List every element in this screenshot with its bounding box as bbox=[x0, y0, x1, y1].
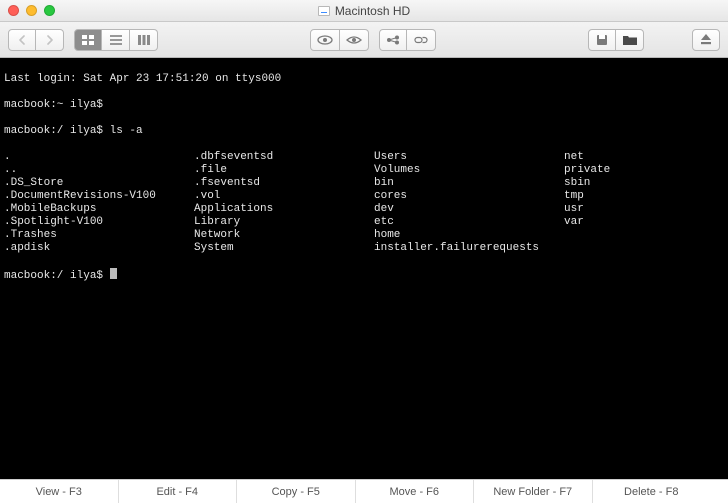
prompt-command: ls -a bbox=[110, 125, 143, 137]
listing-cell bbox=[564, 229, 724, 242]
link-button[interactable] bbox=[407, 29, 436, 51]
terminal-pane[interactable]: Last login: Sat Apr 23 17:51:20 on ttys0… bbox=[0, 58, 728, 479]
bottom-action-bar: View - F3 Edit - F4 Copy - F5 Move - F6 … bbox=[0, 479, 728, 503]
terminal-line-prompt1: macbook:~ ilya$ bbox=[4, 99, 724, 112]
listing-cell: private bbox=[564, 164, 724, 177]
bottom-edit[interactable]: Edit - F4 bbox=[119, 480, 238, 503]
view-list-button[interactable] bbox=[102, 29, 130, 51]
terminal-line-prompt2: macbook:/ ilya$ ls -a bbox=[4, 125, 724, 138]
listing-cell: etc bbox=[374, 216, 564, 229]
listing-cell: System bbox=[194, 242, 374, 255]
listing-cell: sbin bbox=[564, 177, 724, 190]
window-titlebar: Macintosh HD bbox=[0, 0, 728, 22]
bottom-new-folder[interactable]: New Folder - F7 bbox=[474, 480, 593, 503]
listing-cell: .vol bbox=[194, 190, 374, 203]
view-icon-button[interactable] bbox=[74, 29, 102, 51]
listing-cell: .MobileBackups bbox=[4, 203, 194, 216]
disk-button[interactable] bbox=[588, 29, 616, 51]
listing-cell: var bbox=[564, 216, 724, 229]
listing-cell: dev bbox=[374, 203, 564, 216]
listing-cell: cores bbox=[374, 190, 564, 203]
listing-cell: Users bbox=[374, 151, 564, 164]
folder-button[interactable] bbox=[616, 29, 644, 51]
listing-row: .MobileBackupsApplicationsdevusr bbox=[4, 203, 724, 216]
minimize-window-button[interactable] bbox=[26, 5, 37, 16]
view-column-button[interactable] bbox=[130, 29, 158, 51]
zoom-window-button[interactable] bbox=[44, 5, 55, 16]
right-buttons-1 bbox=[588, 29, 644, 51]
forward-button[interactable] bbox=[36, 29, 64, 51]
eject-button[interactable] bbox=[692, 29, 720, 51]
listing-cell: .DS_Store bbox=[4, 177, 194, 190]
listing-row: ...fileVolumesprivate bbox=[4, 164, 724, 177]
share-button[interactable] bbox=[379, 29, 407, 51]
listing-cell: home bbox=[374, 229, 564, 242]
center-buttons-2 bbox=[379, 29, 436, 51]
listing-cell: .DocumentRevisions-V100 bbox=[4, 190, 194, 203]
listing-row: .Spotlight-V100Libraryetcvar bbox=[4, 216, 724, 229]
listing-row: .DS_Store.fseventsdbinsbin bbox=[4, 177, 724, 190]
listing-cell: usr bbox=[564, 203, 724, 216]
close-window-button[interactable] bbox=[8, 5, 19, 16]
listing-cell: . bbox=[4, 151, 194, 164]
back-button[interactable] bbox=[8, 29, 36, 51]
listing-cell: .apdisk bbox=[4, 242, 194, 255]
nav-buttons bbox=[8, 29, 64, 51]
volume-icon bbox=[318, 6, 330, 16]
preview-button[interactable] bbox=[340, 29, 369, 51]
center-buttons-1 bbox=[310, 29, 369, 51]
listing-row: .DocumentRevisions-V100.volcorestmp bbox=[4, 190, 724, 203]
listing-cell: .file bbox=[194, 164, 374, 177]
listing-row: .apdiskSysteminstaller.failurerequests bbox=[4, 242, 724, 255]
listing-row: ..dbfseventsdUsersnet bbox=[4, 151, 724, 164]
prompt-prefix-3: macbook:/ ilya$ bbox=[4, 270, 110, 282]
listing-cell: Volumes bbox=[374, 164, 564, 177]
listing-cell: installer.failurerequests bbox=[374, 242, 564, 255]
listing-cell: .Trashes bbox=[4, 229, 194, 242]
bottom-copy[interactable]: Copy - F5 bbox=[237, 480, 356, 503]
listing-cell: Network bbox=[194, 229, 374, 242]
listing-cell bbox=[564, 242, 724, 255]
listing-cell: .dbfseventsd bbox=[194, 151, 374, 164]
terminal-line-lastlogin: Last login: Sat Apr 23 17:51:20 on ttys0… bbox=[4, 73, 724, 86]
bottom-view[interactable]: View - F3 bbox=[0, 480, 119, 503]
bottom-delete[interactable]: Delete - F8 bbox=[593, 480, 728, 503]
window-title: Macintosh HD bbox=[335, 4, 410, 18]
listing-row: .TrashesNetworkhome bbox=[4, 229, 724, 242]
listing-cell: Library bbox=[194, 216, 374, 229]
quicklook-button[interactable] bbox=[310, 29, 340, 51]
bottom-move[interactable]: Move - F6 bbox=[356, 480, 475, 503]
prompt-prefix: macbook:/ ilya$ bbox=[4, 125, 110, 137]
toolbar bbox=[0, 22, 728, 58]
traffic-lights bbox=[8, 5, 55, 16]
listing-cell: .Spotlight-V100 bbox=[4, 216, 194, 229]
cursor-block bbox=[110, 268, 117, 279]
terminal-line-prompt3: macbook:/ ilya$ bbox=[4, 268, 724, 283]
listing-cell: net bbox=[564, 151, 724, 164]
view-switcher bbox=[74, 29, 158, 51]
listing-cell: bin bbox=[374, 177, 564, 190]
listing-cell: Applications bbox=[194, 203, 374, 216]
listing-cell: tmp bbox=[564, 190, 724, 203]
listing-cell: .fseventsd bbox=[194, 177, 374, 190]
listing-cell: .. bbox=[4, 164, 194, 177]
terminal-listing: ..dbfseventsdUsersnet...fileVolumespriva… bbox=[4, 151, 724, 255]
